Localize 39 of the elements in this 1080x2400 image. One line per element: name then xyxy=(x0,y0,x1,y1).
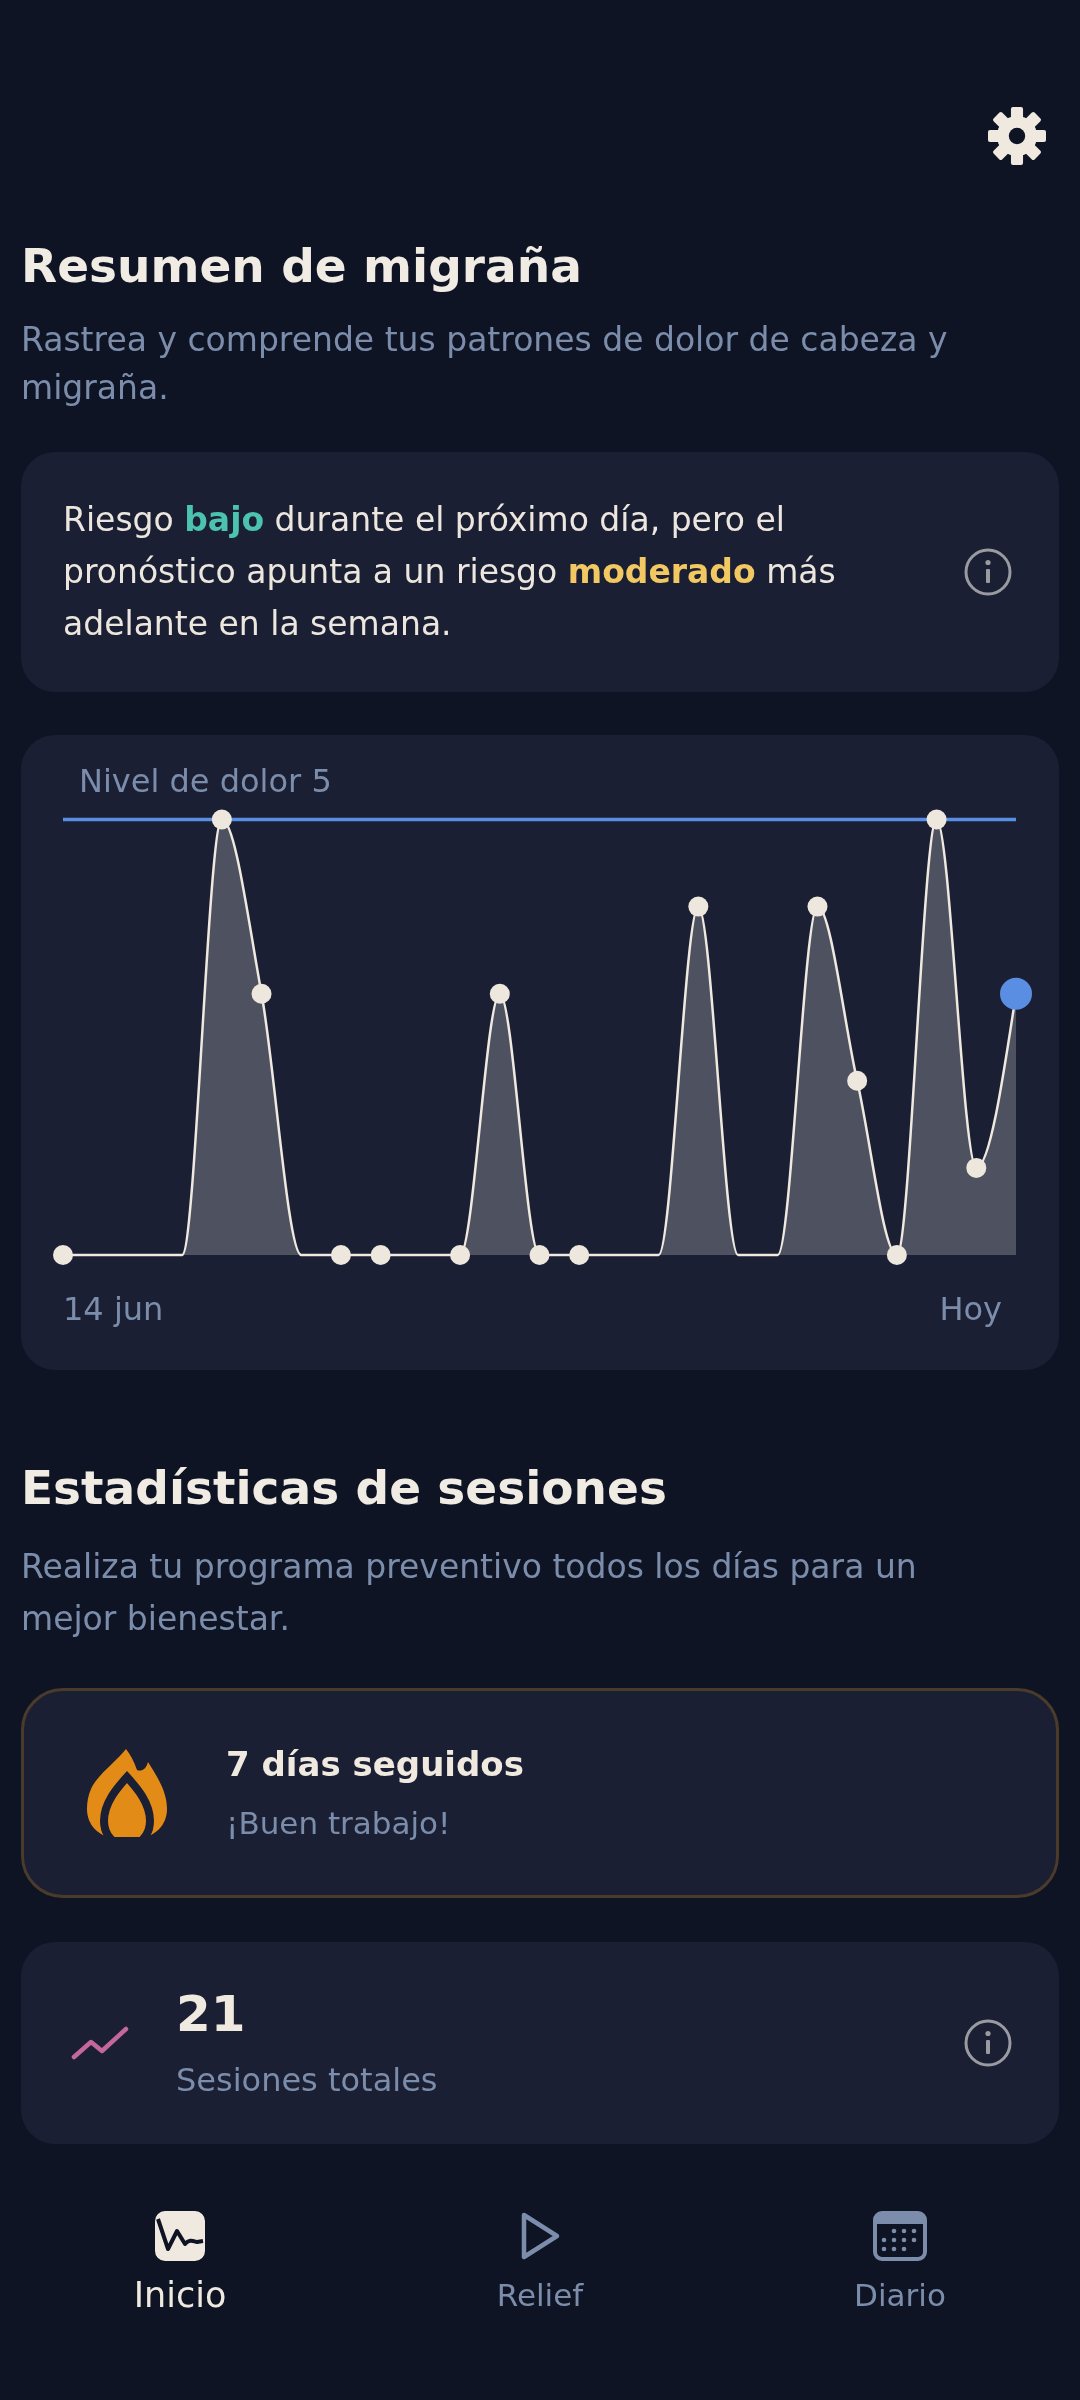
data-point xyxy=(966,1157,987,1178)
streak-title: 7 días seguidos xyxy=(226,1742,524,1786)
sessions-count: 21 xyxy=(176,1984,246,2044)
data-point xyxy=(807,896,828,917)
info-icon[interactable] xyxy=(964,2019,1012,2067)
data-point xyxy=(847,1070,868,1091)
waveform-icon xyxy=(155,2211,205,2261)
data-point xyxy=(330,1245,351,1265)
end-date-label: Hoy xyxy=(939,1289,1002,1329)
trend-up-icon xyxy=(71,2026,129,2060)
data-point xyxy=(370,1245,391,1265)
data-point xyxy=(886,1245,907,1265)
nav-tab[interactable]: Diario xyxy=(854,2211,946,2317)
data-point xyxy=(211,809,232,830)
flame-icon xyxy=(87,1749,167,1837)
sessions-label: Sesiones totales xyxy=(176,2060,438,2101)
nav-tab[interactable]: Inicio xyxy=(133,2211,227,2317)
data-point xyxy=(53,1245,73,1265)
data-point xyxy=(926,809,947,830)
data-point xyxy=(688,896,709,917)
section-title: Estadísticas de sesiones xyxy=(21,1459,668,1517)
data-point xyxy=(489,983,510,1004)
streak-subtitle: ¡Buen trabajo! xyxy=(226,1803,451,1843)
start-date-label: 14 jun xyxy=(63,1289,164,1329)
calendar-icon xyxy=(873,2211,927,2261)
data-point xyxy=(251,983,272,1004)
data-point xyxy=(569,1245,590,1265)
page-title: Resumen de migraña xyxy=(21,237,583,295)
play-icon xyxy=(519,2211,561,2261)
section-subtitle: Realiza tu programa preventivo todos los días para un mejor bienestar. xyxy=(21,1546,918,1640)
highlighted-point xyxy=(1000,977,1032,1010)
page-subtitle: Rastrea y comprende tus patrones de dolor de cabeza y migraña. xyxy=(21,319,949,409)
data-point xyxy=(450,1245,471,1265)
chart-level-label: Nivel de dolor 5 xyxy=(79,761,332,801)
settings-icon[interactable] xyxy=(988,107,1046,165)
info-icon[interactable] xyxy=(964,548,1012,596)
forecast-text: Riesgo bajo durante el próximo día, pero el pronóstico apunta a un riesgo moderado más adelante en la semana. xyxy=(63,499,837,645)
nav-tab[interactable]: Relief xyxy=(496,2211,584,2317)
data-point xyxy=(529,1245,550,1265)
